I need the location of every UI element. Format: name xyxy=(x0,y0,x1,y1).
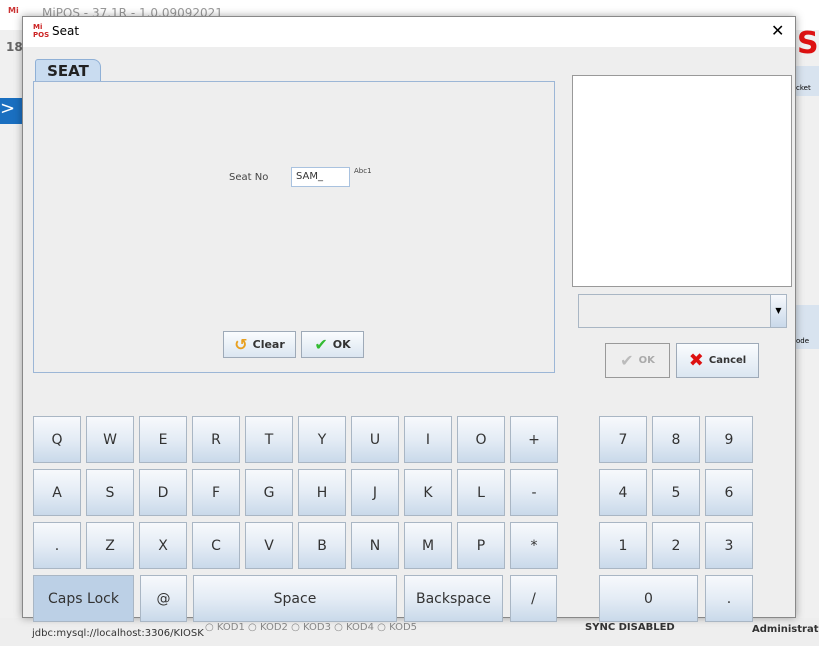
seat-list[interactable] xyxy=(572,75,792,287)
cancel-x-icon: ✖ xyxy=(688,350,704,371)
backspace-key[interactable]: Backspace xyxy=(404,575,503,622)
space-key[interactable]: Space xyxy=(193,575,397,622)
clear-icon: ↺ xyxy=(234,335,248,354)
chevron-down-icon[interactable]: ▼ xyxy=(770,295,786,327)
key-S[interactable]: S xyxy=(86,469,134,516)
bg-brand: S xyxy=(797,26,819,61)
key-.[interactable]: . xyxy=(33,522,81,569)
key-H[interactable]: H xyxy=(298,469,346,516)
key-A[interactable]: A xyxy=(33,469,81,516)
dialog-title: Seat xyxy=(52,24,80,38)
key-Y[interactable]: Y xyxy=(298,416,346,463)
ok-button[interactable]: ✔ OK xyxy=(301,331,364,358)
sync-status: SYNC DISABLED xyxy=(585,622,675,633)
dialog-ok-button[interactable]: ✔ OK xyxy=(605,343,670,378)
cancel-button[interactable]: ✖ Cancel xyxy=(676,343,759,378)
key-J[interactable]: J xyxy=(351,469,399,516)
numpad-key-8[interactable]: 8 xyxy=(652,416,700,463)
user-name: Administrator xyxy=(752,624,819,635)
tab-seat[interactable]: SEAT xyxy=(35,59,101,82)
key-+[interactable]: + xyxy=(510,416,558,463)
numpad-key-5[interactable]: 5 xyxy=(652,469,700,516)
numpad-key-3[interactable]: 3 xyxy=(705,522,753,569)
numpad-key-dot[interactable]: . xyxy=(705,575,753,622)
key-M[interactable]: M xyxy=(404,522,452,569)
mipos-logo-icon: Mi POS xyxy=(33,23,50,39)
seat-no-label: Seat No xyxy=(229,172,269,183)
key-D[interactable]: D xyxy=(139,469,187,516)
key-*[interactable]: * xyxy=(510,522,558,569)
seat-dialog: Mi POS Seat ✕ SEAT Seat No SAM_ Abc1 ↺ Cle… xyxy=(22,16,796,622)
seat-combobox[interactable]: ▼ xyxy=(578,294,787,328)
key-C[interactable]: C xyxy=(192,522,240,569)
seat-panel: Seat No SAM_ Abc1 ↺ Clear ✔ OK xyxy=(33,81,555,373)
db-connection: jdbc:mysql://localhost:3306/KIOSK xyxy=(32,628,204,639)
key-N[interactable]: N xyxy=(351,522,399,569)
key-U[interactable]: U xyxy=(351,416,399,463)
seat-no-input[interactable]: SAM_ xyxy=(291,167,350,187)
key-F[interactable]: F xyxy=(192,469,240,516)
numpad-key-2[interactable]: 2 xyxy=(652,522,700,569)
key-V[interactable]: V xyxy=(245,522,293,569)
key-Z[interactable]: Z xyxy=(86,522,134,569)
numpad-key-6[interactable]: 6 xyxy=(705,469,753,516)
at-key[interactable]: @ xyxy=(140,575,187,622)
slash-key[interactable]: / xyxy=(510,575,557,622)
key-X[interactable]: X xyxy=(139,522,187,569)
key-O[interactable]: O xyxy=(457,416,505,463)
bg-side-button: ode xyxy=(796,305,819,349)
check-icon: ✔ xyxy=(314,335,328,354)
key-T[interactable]: T xyxy=(245,416,293,463)
numpad-key-9[interactable]: 9 xyxy=(705,416,753,463)
numpad-key-7[interactable]: 7 xyxy=(599,416,647,463)
key-K[interactable]: K xyxy=(404,469,452,516)
key--[interactable]: - xyxy=(510,469,558,516)
numpad-key-4[interactable]: 4 xyxy=(599,469,647,516)
caps-lock-key[interactable]: Caps Lock xyxy=(33,575,134,622)
bg-side-button: cket xyxy=(796,66,819,96)
bg-text: 18 xyxy=(6,40,23,54)
bg-statusbar: jdbc:mysql://localhost:3306/KIOSK ○ KOD1… xyxy=(0,618,819,646)
key-G[interactable]: G xyxy=(245,469,293,516)
key-E[interactable]: E xyxy=(139,416,187,463)
numpad-key-0[interactable]: 0 xyxy=(599,575,698,622)
key-B[interactable]: B xyxy=(298,522,346,569)
dialog-titlebar: Mi POS Seat ✕ xyxy=(23,17,795,47)
key-P[interactable]: P xyxy=(457,522,505,569)
clear-button[interactable]: ↺ Clear xyxy=(223,331,296,358)
key-L[interactable]: L xyxy=(457,469,505,516)
key-W[interactable]: W xyxy=(86,416,134,463)
radio-group: ○ KOD1 ○ KOD2 ○ KOD3 ○ KOD4 ○ KOD5 xyxy=(205,622,418,633)
key-R[interactable]: R xyxy=(192,416,240,463)
numpad-key-1[interactable]: 1 xyxy=(599,522,647,569)
input-mode-indicator: Abc1 xyxy=(354,167,372,175)
close-button[interactable]: ✕ xyxy=(771,21,784,40)
bg-nav-icon: > xyxy=(0,98,22,124)
key-Q[interactable]: Q xyxy=(33,416,81,463)
app-logo: Mi xyxy=(8,6,19,15)
key-I[interactable]: I xyxy=(404,416,452,463)
check-icon: ✔ xyxy=(620,351,634,370)
